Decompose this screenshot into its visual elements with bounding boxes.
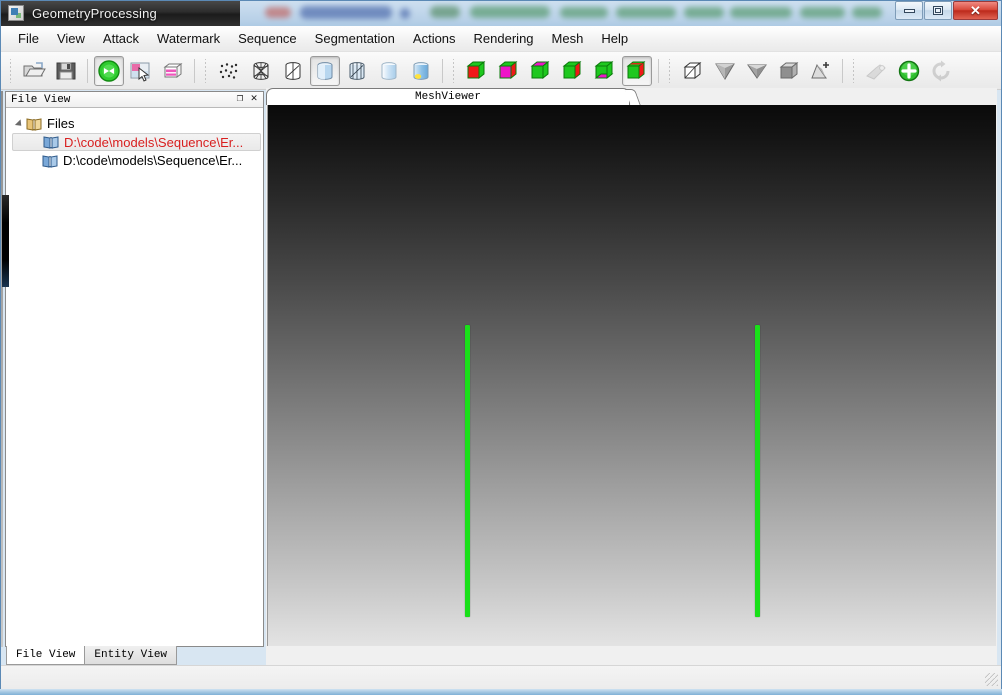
application-window: GeometryProcessing ✕ File View Attack Wa… xyxy=(0,0,1002,695)
window-frame xyxy=(0,0,1002,695)
window-bottom-edge xyxy=(0,689,1002,695)
